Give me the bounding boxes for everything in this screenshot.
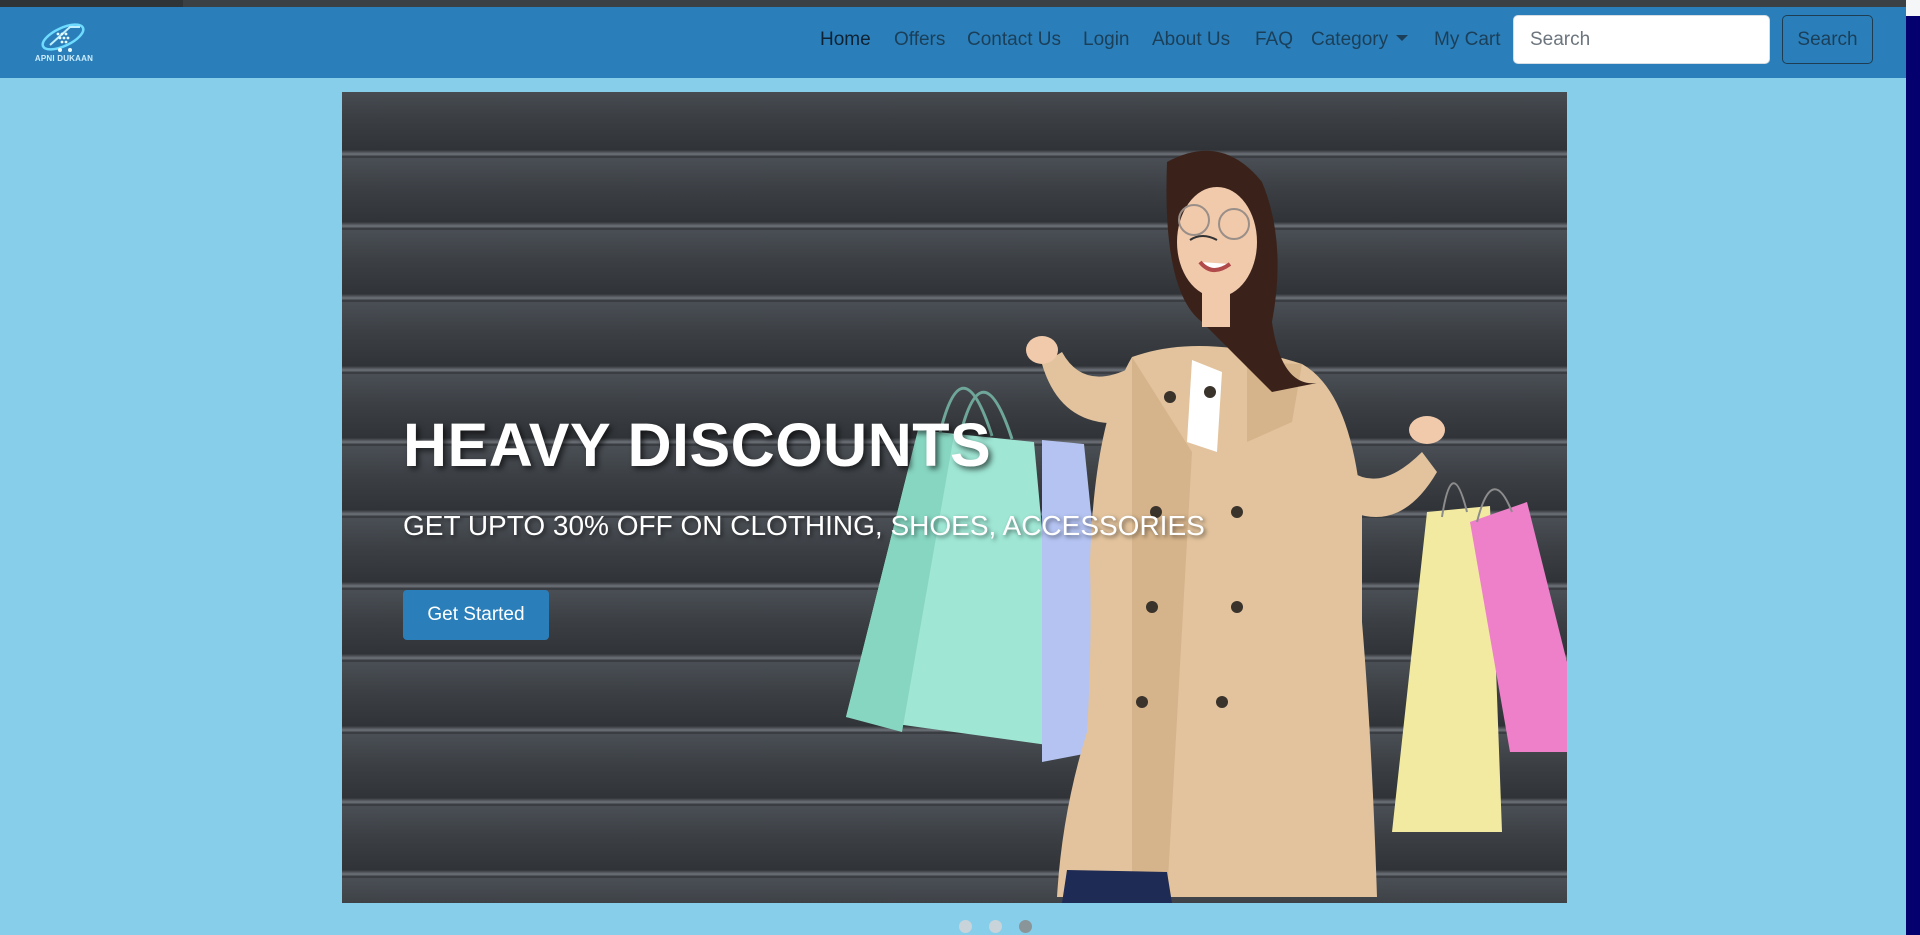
cart-globe-logo-icon (41, 23, 85, 52)
hero-heading: HEAVY DISCOUNTS (403, 411, 992, 479)
carousel-indicator-1[interactable] (959, 920, 972, 933)
carousel-indicator-2[interactable] (989, 920, 1002, 933)
carousel-indicator-3[interactable] (1019, 920, 1032, 933)
nav-my-cart[interactable]: My Cart (1434, 29, 1501, 51)
hero-subheading: GET UPTO 30% OFF ON CLOTHING, SHOES, ACC… (403, 510, 1205, 541)
nav-category-dropdown[interactable]: Category (1311, 29, 1409, 51)
nav-about-us[interactable]: About Us (1152, 29, 1230, 51)
nav-home[interactable]: Home (820, 29, 871, 51)
window-right-edge-top (1906, 0, 1920, 16)
nav-contact-us[interactable]: Contact Us (967, 29, 1061, 51)
caret-down-icon (1396, 35, 1409, 41)
nav-login[interactable]: Login (1083, 29, 1130, 51)
browser-top-strip-accent (183, 0, 1920, 7)
search-input[interactable] (1513, 15, 1770, 64)
search-button[interactable]: Search (1782, 15, 1873, 64)
brand-logo-text: APNI DUKAAN (34, 54, 94, 63)
brand-logo[interactable]: APNI DUKAAN (34, 19, 94, 67)
hero-carousel: HEAVY DISCOUNTS GET UPTO 30% OFF ON CLOT… (342, 92, 1567, 903)
get-started-button[interactable]: Get Started (403, 590, 549, 640)
browser-top-strip (0, 0, 1920, 7)
hero-woman-shopping-bags-image (846, 150, 1567, 903)
nav-faq[interactable]: FAQ (1255, 29, 1293, 51)
nav-category-label: Category (1311, 29, 1389, 50)
nav-offers[interactable]: Offers (894, 29, 945, 51)
navbar: APNI DUKAAN Home Offers Contact Us Login… (0, 7, 1906, 78)
window-right-edge (1906, 0, 1920, 935)
